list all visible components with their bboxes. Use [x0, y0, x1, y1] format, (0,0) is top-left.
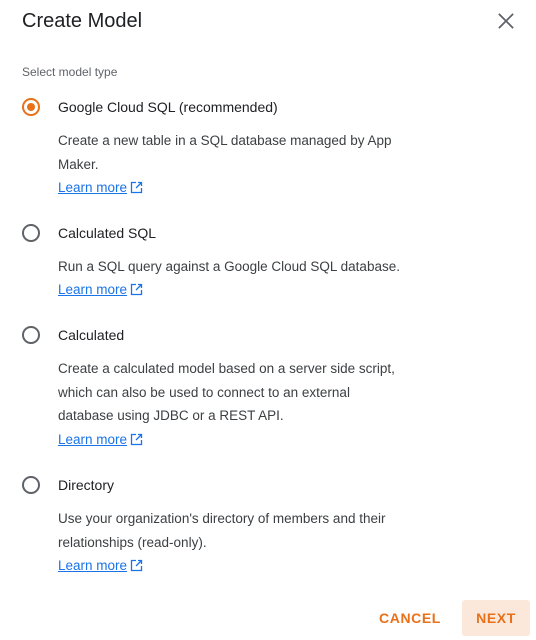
- radio-calculated-sql[interactable]: [22, 224, 40, 242]
- option-description: Create a new table in a SQL database man…: [58, 133, 392, 172]
- create-model-dialog: Create Model Select model type Google Cl…: [0, 0, 536, 640]
- learn-more-link[interactable]: Learn more: [58, 430, 143, 452]
- open-in-new-icon: [130, 180, 143, 200]
- option-description: Use your organization's directory of mem…: [58, 511, 386, 550]
- close-icon[interactable]: [494, 9, 518, 33]
- option-label[interactable]: Calculated SQL: [58, 223, 156, 243]
- radio-calculated[interactable]: [22, 326, 40, 344]
- next-button[interactable]: NEXT: [462, 600, 530, 636]
- learn-more-link[interactable]: Learn more: [58, 280, 143, 302]
- option-label[interactable]: Directory: [58, 475, 114, 495]
- dialog-title: Create Model: [22, 10, 143, 32]
- learn-more-link[interactable]: Learn more: [58, 556, 143, 578]
- section-label: Select model type: [22, 65, 118, 79]
- learn-more-label: Learn more: [58, 282, 128, 297]
- open-in-new-icon: [130, 282, 143, 302]
- cancel-button[interactable]: CANCEL: [372, 600, 448, 636]
- open-in-new-icon: [130, 432, 143, 452]
- radio-dot: [27, 103, 35, 111]
- learn-more-label: Learn more: [58, 180, 128, 195]
- option-description: Create a calculated model based on a ser…: [58, 361, 395, 423]
- learn-more-label: Learn more: [58, 432, 128, 447]
- learn-more-label: Learn more: [58, 558, 128, 573]
- learn-more-link[interactable]: Learn more: [58, 178, 143, 200]
- open-in-new-icon: [130, 558, 143, 578]
- radio-google-cloud-sql[interactable]: [22, 98, 40, 116]
- option-label[interactable]: Google Cloud SQL (recommended): [58, 97, 278, 117]
- radio-directory[interactable]: [22, 476, 40, 494]
- option-label[interactable]: Calculated: [58, 325, 124, 345]
- option-description: Run a SQL query against a Google Cloud S…: [58, 259, 400, 274]
